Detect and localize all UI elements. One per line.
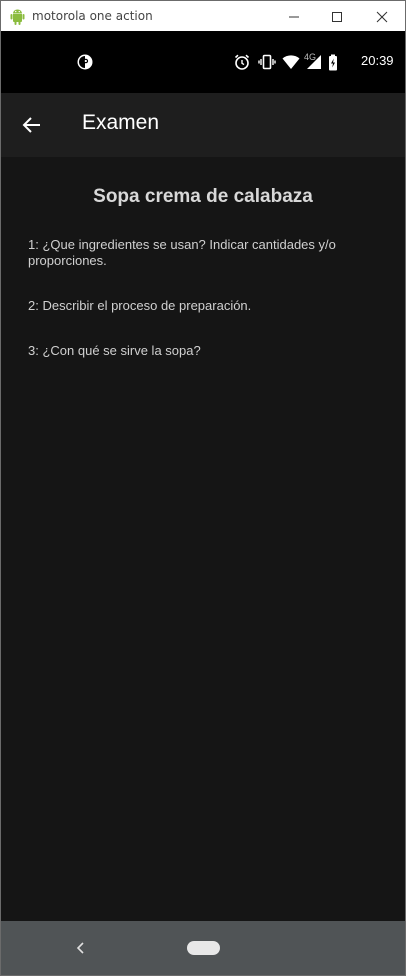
notification-app-icon — [77, 54, 93, 70]
navigation-bar — [1, 921, 405, 975]
back-button[interactable] — [20, 113, 44, 137]
nav-back-icon — [76, 942, 84, 954]
phone-screen: 4G 20:39 Examen Sopa crema de calabaza 1… — [0, 31, 406, 976]
nav-back-button[interactable] — [73, 939, 89, 957]
battery-icon — [329, 54, 338, 70]
vibrate-icon — [258, 54, 276, 70]
android-icon — [10, 8, 25, 25]
status-bar: 4G 20:39 — [1, 31, 405, 93]
question-1: 1: ¿Que ingredientes se usan? Indicar ca… — [28, 237, 336, 268]
arrow-back-icon — [22, 117, 40, 133]
maximize-button[interactable] — [314, 1, 360, 32]
question-3: 3: ¿Con qué se sirve la sopa? — [28, 343, 201, 358]
minimize-icon — [289, 16, 299, 17]
status-icons: 4G — [233, 52, 338, 72]
window-titlebar: motorola one action — [0, 0, 406, 31]
home-pill-icon[interactable] — [187, 941, 220, 955]
maximize-icon — [332, 11, 342, 22]
exam-content: Sopa crema de calabaza 1: ¿Que ingredien… — [1, 157, 405, 922]
wifi-icon — [282, 55, 300, 69]
status-clock: 20:39 — [361, 53, 394, 68]
alarm-icon — [234, 54, 250, 70]
close-button[interactable] — [359, 1, 405, 32]
page-title: Examen — [82, 111, 160, 134]
close-icon — [376, 11, 388, 22]
app-bar: Examen — [1, 93, 405, 157]
network-type-label: 4G — [304, 52, 317, 62]
question-2: 2: Describir el proceso de preparación. — [28, 298, 252, 313]
minimize-button[interactable] — [271, 1, 317, 32]
exam-title: Sopa crema de calabaza — [93, 186, 313, 207]
window-title: motorola one action — [32, 9, 153, 23]
